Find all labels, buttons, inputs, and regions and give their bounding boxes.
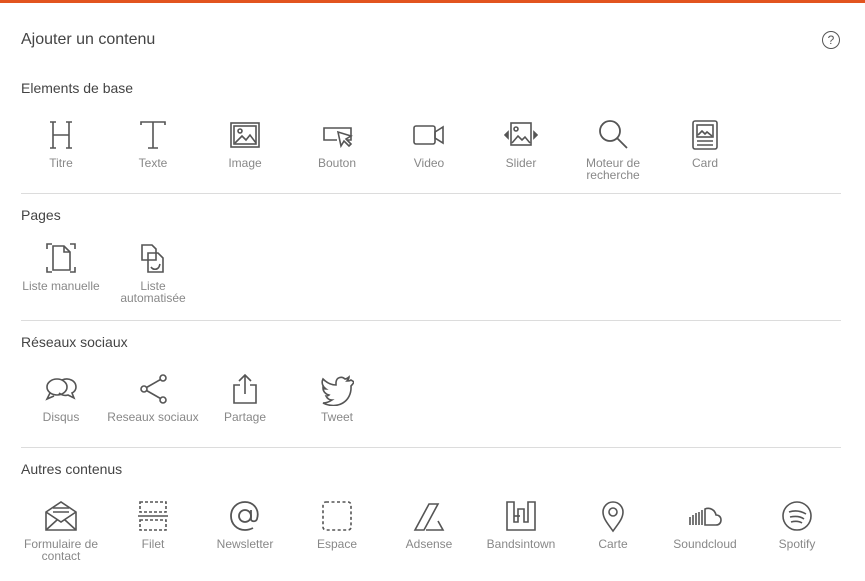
help-icon[interactable]: ?	[822, 31, 840, 49]
heading-icon	[41, 117, 81, 153]
mail-form-icon	[41, 498, 81, 534]
item-label: Liste automatisée	[120, 279, 186, 305]
content-item-video[interactable]: Video	[383, 117, 475, 181]
item-label: Formulaire de contact	[23, 537, 99, 563]
item-label: Partage	[223, 410, 267, 424]
item-label: Soundcloud	[673, 537, 737, 551]
item-label: Filet	[141, 537, 165, 551]
section-divider	[21, 320, 841, 321]
item-label: Tweet	[320, 410, 353, 424]
item-label: Video	[413, 156, 445, 170]
item-label: Bouton	[317, 156, 357, 170]
content-item-titre[interactable]: Titre	[15, 117, 107, 181]
item-label: Slider	[505, 156, 537, 170]
content-item-formulaire[interactable]: Formulaire de contact	[15, 498, 107, 562]
item-label: Image	[228, 156, 262, 170]
section-title-others: Autres contenus	[21, 461, 123, 477]
content-item-card[interactable]: Card	[659, 117, 751, 181]
content-item-bandsintown[interactable]: Bandsintown	[475, 498, 567, 562]
manual-list-icon	[41, 240, 81, 276]
spotify-icon	[777, 498, 817, 534]
card-icon	[685, 117, 725, 153]
item-label: Disqus	[42, 410, 80, 424]
map-pin-icon	[593, 498, 633, 534]
item-label: Newsletter	[216, 537, 274, 551]
content-item-partage[interactable]: Partage	[199, 371, 291, 423]
section-base-items: Titre Texte Image Bouton Video Slider Mo…	[15, 117, 751, 181]
search-icon	[593, 117, 633, 153]
page-title: Ajouter un contenu	[21, 31, 156, 48]
item-label: Texte	[138, 156, 168, 170]
item-label: Adsense	[405, 537, 453, 551]
chat-bubbles-icon	[41, 371, 81, 407]
slider-icon	[501, 117, 541, 153]
content-item-disqus[interactable]: Disqus	[15, 371, 107, 423]
bandsintown-icon	[501, 498, 541, 534]
section-title-pages: Pages	[21, 207, 61, 223]
button-icon	[317, 117, 357, 153]
content-item-texte[interactable]: Texte	[107, 117, 199, 181]
item-label: Carte	[598, 537, 628, 551]
image-icon	[225, 117, 265, 153]
share-icon	[133, 371, 173, 407]
separator-icon	[133, 498, 173, 534]
upload-share-icon	[225, 371, 265, 407]
section-divider	[21, 193, 841, 194]
adsense-icon	[409, 498, 449, 534]
content-item-carte[interactable]: Carte	[567, 498, 659, 562]
auto-list-icon	[133, 240, 173, 276]
spacer-icon	[317, 498, 357, 534]
text-icon	[133, 117, 173, 153]
content-item-newsletter[interactable]: Newsletter	[199, 498, 291, 562]
item-label: Bandsintown	[486, 537, 556, 551]
content-item-slider[interactable]: Slider	[475, 117, 567, 181]
content-item-spotify[interactable]: Spotify	[751, 498, 843, 562]
at-sign-icon	[225, 498, 265, 534]
content-item-bouton[interactable]: Bouton	[291, 117, 383, 181]
content-item-image[interactable]: Image	[199, 117, 291, 181]
section-pages-items: Liste manuelle Liste automatisée	[15, 240, 199, 304]
content-item-reseaux[interactable]: Reseaux sociaux	[107, 371, 199, 423]
accent-bar	[0, 0, 865, 3]
twitter-bird-icon	[317, 371, 357, 407]
content-item-tweet[interactable]: Tweet	[291, 371, 383, 423]
content-item-espace[interactable]: Espace	[291, 498, 383, 562]
item-label: Card	[691, 156, 718, 170]
section-others-items: Formulaire de contact Filet Newsletter E…	[15, 498, 843, 562]
item-label: Espace	[316, 537, 358, 551]
content-item-soundcloud[interactable]: Soundcloud	[659, 498, 751, 562]
section-title-base: Elements de base	[21, 80, 134, 96]
item-label: Reseaux sociaux	[107, 410, 199, 424]
content-item-adsense[interactable]: Adsense	[383, 498, 475, 562]
content-item-moteur[interactable]: Moteur de recherche	[567, 117, 659, 181]
content-item-liste-manuelle[interactable]: Liste manuelle	[15, 240, 107, 304]
item-label: Spotify	[778, 537, 816, 551]
section-social-items: Disqus Reseaux sociaux Partage Tweet	[15, 371, 383, 423]
content-item-filet[interactable]: Filet	[107, 498, 199, 562]
content-item-liste-auto[interactable]: Liste automatisée	[107, 240, 199, 304]
section-title-social: Réseaux sociaux	[21, 334, 128, 350]
item-label: Moteur de recherche	[585, 156, 641, 182]
soundcloud-icon	[685, 498, 725, 534]
item-label: Liste manuelle	[22, 279, 100, 293]
video-icon	[409, 117, 449, 153]
item-label: Titre	[49, 156, 73, 170]
section-divider	[21, 447, 841, 448]
